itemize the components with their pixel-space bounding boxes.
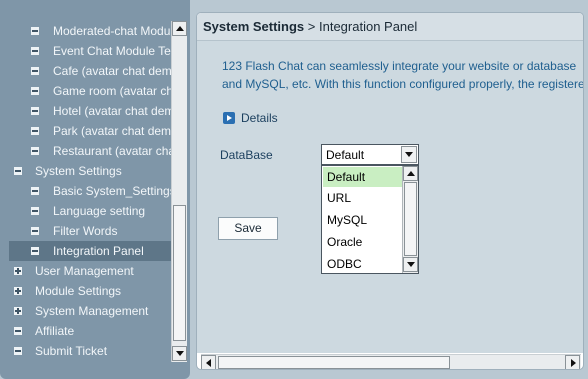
sidebar-item[interactable]: System Management <box>9 301 171 321</box>
collapse-icon <box>31 127 39 135</box>
sidebar-item[interactable]: Game room (avatar chat) <box>9 81 171 101</box>
arrow-right-icon <box>571 359 576 367</box>
sidebar-item-label: Restaurant (avatar chat) <box>53 144 171 158</box>
collapse-icon <box>31 147 39 155</box>
options-scrollbar[interactable] <box>402 166 418 273</box>
sidebar-item-label: Event Chat Module Template <box>53 44 171 58</box>
option-default[interactable]: Default <box>323 167 403 187</box>
database-select[interactable]: Default <box>321 144 419 165</box>
sidebar-item[interactable]: Affiliate <box>9 321 171 341</box>
scroll-down-button[interactable] <box>172 346 187 361</box>
database-label: DataBase <box>220 148 273 162</box>
arrow-down-icon <box>407 262 415 267</box>
sidebar-item[interactable]: Restaurant (avatar chat) <box>9 141 171 161</box>
details-label: Details <box>241 111 278 125</box>
sidebar-item[interactable]: Filter Words <box>9 221 171 241</box>
sidebar-item[interactable]: System Settings <box>9 161 171 181</box>
sidebar-item-label: Basic System_Settings <box>53 184 171 198</box>
expand-icon <box>14 307 22 315</box>
chevron-down-icon <box>405 152 413 157</box>
collapse-icon <box>31 187 39 195</box>
options-scroll-down-button[interactable] <box>403 257 418 272</box>
sidebar-item-label: Moderated-chat Module <box>53 24 171 38</box>
scroll-left-button[interactable] <box>201 355 216 369</box>
sidebar-item[interactable]: Module Settings <box>9 281 171 301</box>
sidebar-scrollbar[interactable] <box>171 21 187 362</box>
collapse-icon <box>31 47 39 55</box>
breadcrumb-section: System Settings <box>203 19 305 34</box>
intro-line-1: 123 Flash Chat can seamlessly integrate … <box>222 59 577 73</box>
expand-icon <box>14 267 22 275</box>
sidebar-item-label: System Settings <box>35 164 122 178</box>
sidebar-item-label: Affiliate <box>35 324 75 338</box>
expand-icon <box>14 287 22 295</box>
database-select-value: Default <box>326 148 365 162</box>
main-panel: System Settings > Integration Panel 123 … <box>196 12 584 370</box>
sidebar: Moderated-chat Module Event Chat Module T… <box>0 0 190 379</box>
option-url[interactable]: URL <box>323 188 403 208</box>
options-scroll-thumb[interactable] <box>404 182 417 256</box>
sidebar-item-label: Filter Words <box>53 224 118 238</box>
sidebar-list: Moderated-chat Module Event Chat Module T… <box>9 21 171 361</box>
horizontal-scroll-thumb[interactable] <box>218 356 450 369</box>
sidebar-item-label: Park (avatar chat demo) <box>53 124 171 138</box>
sidebar-item-label: Submit Ticket <box>35 344 108 358</box>
sidebar-item[interactable]: Submit Ticket <box>9 341 171 361</box>
option-oracle[interactable]: Oracle <box>323 232 403 252</box>
sidebar-item[interactable]: Basic System_Settings <box>9 181 171 201</box>
sidebar-item[interactable]: User Management <box>9 261 171 281</box>
sidebar-item[interactable]: Integration Panel <box>9 241 171 261</box>
sidebar-item-label: Integration Panel <box>53 244 144 258</box>
collapse-icon <box>31 247 39 255</box>
play-icon <box>223 112 235 124</box>
sidebar-item-label: Module Settings <box>35 284 122 298</box>
arrow-up-icon <box>176 26 184 31</box>
sidebar-item[interactable]: Cafe (avatar chat demo) <box>9 61 171 81</box>
sidebar-item-label: Hotel (avatar chat demo) <box>53 104 171 118</box>
option-mysql[interactable]: MySQL <box>323 210 403 230</box>
collapse-icon <box>31 87 39 95</box>
app-window: Moderated-chat Module Event Chat Module T… <box>0 0 588 379</box>
arrow-up-icon <box>407 171 415 176</box>
scroll-right-button[interactable] <box>565 355 580 369</box>
collapse-icon <box>31 207 39 215</box>
intro-text: 123 Flash Chat can seamlessly integrate … <box>222 57 583 93</box>
breadcrumb-page: > Integration Panel <box>307 19 418 34</box>
sidebar-scroll-thumb[interactable] <box>173 205 186 341</box>
sidebar-item[interactable]: Moderated-chat Module <box>9 21 171 41</box>
collapse-icon <box>14 347 22 355</box>
arrow-down-icon <box>176 351 184 356</box>
collapse-icon <box>14 167 22 175</box>
collapse-icon <box>31 107 39 115</box>
sidebar-item[interactable]: Event Chat Module Template <box>9 41 171 61</box>
arrow-left-icon <box>206 359 211 367</box>
options-scroll-up-button[interactable] <box>403 166 418 181</box>
database-options-list: Default URL MySQL Oracle ODBC <box>321 165 419 274</box>
collapse-icon <box>31 27 39 35</box>
dropdown-toggle-button[interactable] <box>401 146 417 163</box>
sidebar-item[interactable]: Hotel (avatar chat demo) <box>9 101 171 121</box>
sidebar-item[interactable]: Park (avatar chat demo) <box>9 121 171 141</box>
intro-line-2: and MySQL, etc. With this function confi… <box>222 77 583 91</box>
content-area: 123 Flash Chat can seamlessly integrate … <box>197 41 583 353</box>
collapse-icon <box>31 227 39 235</box>
horizontal-scrollbar[interactable] <box>201 354 581 369</box>
breadcrumb: System Settings > Integration Panel <box>197 13 583 41</box>
sidebar-item-label: Cafe (avatar chat demo) <box>53 64 171 78</box>
sidebar-item-label: Game room (avatar chat) <box>53 84 171 98</box>
sidebar-item-label: System Management <box>35 304 149 318</box>
sidebar-item[interactable]: Language setting <box>9 201 171 221</box>
option-odbc[interactable]: ODBC <box>323 254 403 274</box>
details-link[interactable]: Details <box>223 111 278 125</box>
sidebar-item-label: Language setting <box>53 204 146 218</box>
collapse-icon <box>14 327 22 335</box>
collapse-icon <box>31 67 39 75</box>
save-button[interactable]: Save <box>218 217 278 240</box>
sidebar-item-label: User Management <box>35 264 134 278</box>
scroll-up-button[interactable] <box>172 21 187 36</box>
